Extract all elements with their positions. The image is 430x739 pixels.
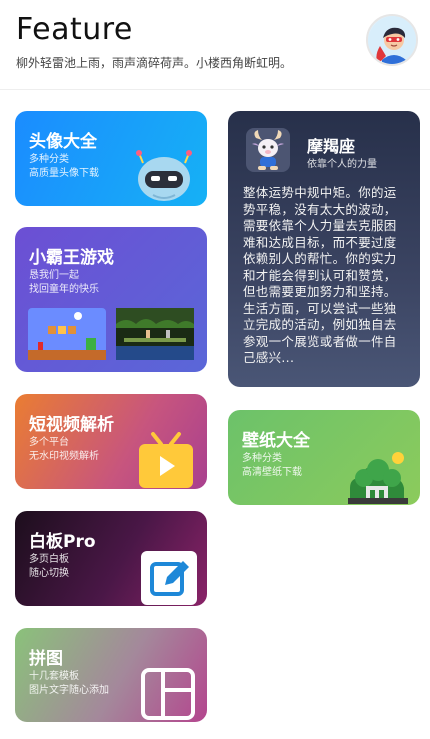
whiteboard-pro-card[interactable]: 白板Pro 多页白板 随心切换 xyxy=(15,511,207,606)
card-subtitle-line2: 图片文字随心添加 xyxy=(29,685,109,696)
card-subtitle-line2: 无水印视频解析 xyxy=(29,451,99,462)
contra-screenshot-icon xyxy=(116,308,194,360)
card-subtitle-line1: 恳我们一起 xyxy=(29,270,79,281)
collage-layout-icon xyxy=(141,668,195,720)
retro-game-card[interactable]: 小霸王游戏 恳我们一起 找回童年的快乐 xyxy=(15,227,207,372)
page-title: Feature xyxy=(16,12,133,47)
super-mario-screenshot-icon xyxy=(28,308,106,360)
header: Feature 柳外轻雷池上雨，雨声滴碎荷声。小楼西角断虹明。 xyxy=(0,0,430,90)
card-subtitle-line1: 多种分类 xyxy=(242,453,282,464)
horoscope-text: 整体运势中规中矩。你的运势平稳，没有太大的波动，需要依靠个人力量去克服困难和达成… xyxy=(243,185,397,365)
robot-icon xyxy=(136,150,192,201)
card-subtitle-line1: 十几套模板 xyxy=(29,671,79,682)
card-subtitle-line2: 随心切换 xyxy=(29,568,69,579)
card-title: 头像大全 xyxy=(29,132,97,152)
video-parser-card[interactable]: 短视频解析 多个平台 无水印视频解析 xyxy=(15,394,207,489)
card-subtitle-line2: 找回童年的快乐 xyxy=(29,284,99,295)
card-title: 白板Pro xyxy=(29,532,96,552)
card-subtitle-line2: 高质量头像下载 xyxy=(29,168,99,179)
wallpaper-collection-card[interactable]: 壁纸大全 多种分类 高清壁纸下载 xyxy=(228,410,420,505)
horoscope-card[interactable]: 摩羯座 依靠个人的力量 整体运势中规中矩。你的运势平稳，没有太大的波动，需要依靠… xyxy=(228,111,420,387)
page-subtitle: 柳外轻雷池上雨，雨声滴碎荷声。小楼西角断虹明。 xyxy=(16,56,293,70)
card-title: 小霸王游戏 xyxy=(29,248,114,268)
zodiac-tagline: 依靠个人的力量 xyxy=(307,159,377,170)
edit-icon xyxy=(141,551,197,605)
card-subtitle-line1: 多个平台 xyxy=(29,437,69,448)
avatar-collection-card[interactable]: 头像大全 多种分类 高质量头像下载 xyxy=(15,111,207,206)
user-avatar[interactable] xyxy=(366,14,418,66)
tv-play-icon xyxy=(139,432,193,488)
zodiac-icon-container xyxy=(246,128,290,172)
superhero-avatar-icon xyxy=(368,16,416,64)
puzzle-collage-card[interactable]: 拼图 十几套模板 图片文字随心添加 xyxy=(15,628,207,722)
card-title: 壁纸大全 xyxy=(242,431,310,451)
card-title: 拼图 xyxy=(29,649,63,669)
green-scenery-icon xyxy=(348,452,408,504)
card-title: 短视频解析 xyxy=(29,415,114,435)
capricorn-goat-icon xyxy=(252,130,284,170)
zodiac-name: 摩羯座 xyxy=(307,137,356,156)
card-subtitle-line1: 多种分类 xyxy=(29,154,69,165)
card-subtitle-line1: 多页白板 xyxy=(29,554,69,565)
card-subtitle-line2: 高清壁纸下载 xyxy=(242,467,302,478)
